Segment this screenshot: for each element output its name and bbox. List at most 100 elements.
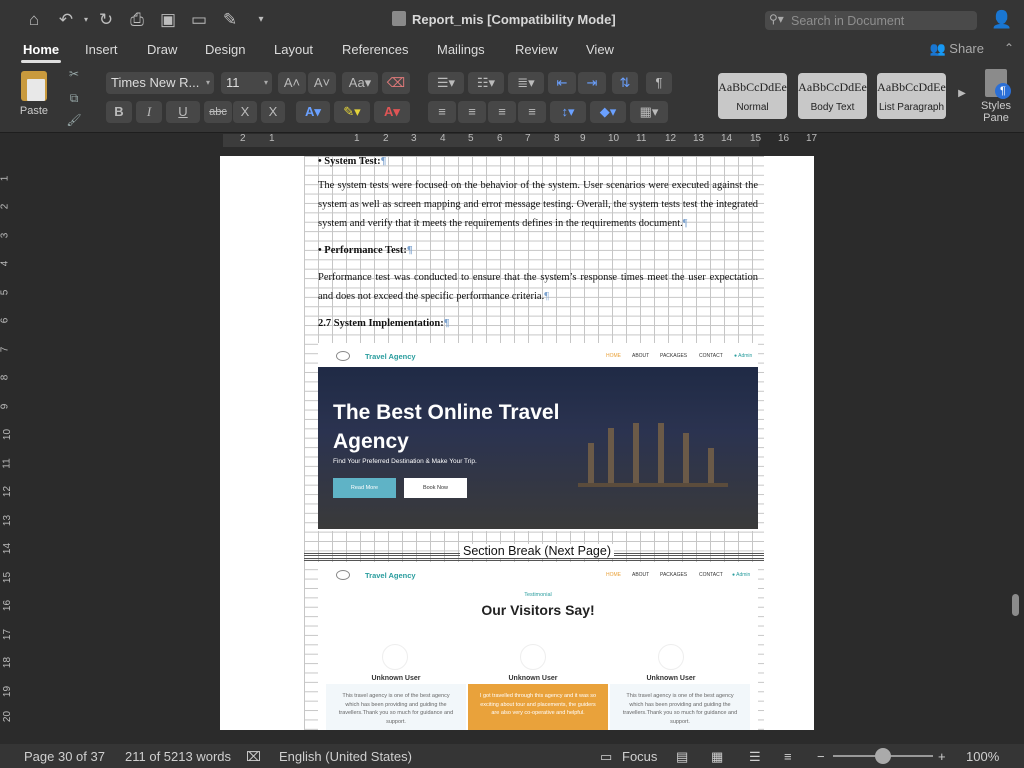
document-page[interactable]: • System Test:¶ The system tests were fo…	[220, 156, 814, 730]
shrink-font-icon[interactable]: A˅	[308, 72, 336, 94]
share-icon: 👥	[929, 41, 950, 56]
website-admin-link: ● Admin	[732, 572, 750, 578]
print-layout-icon[interactable]: ▤	[676, 749, 688, 765]
implementation-heading[interactable]: 2.7 System Implementation:¶	[318, 314, 758, 333]
website-nav-link: PACKAGES	[660, 353, 688, 359]
performance-test-heading[interactable]: • Performance Test:¶	[318, 241, 758, 260]
decrease-indent-icon[interactable]: ⇤	[548, 72, 576, 94]
grow-font-icon[interactable]: A˄	[278, 72, 306, 94]
line-spacing-icon[interactable]: ↕▾	[550, 101, 586, 123]
font-size-select[interactable]: 11 ▾	[221, 72, 272, 94]
redo-icon[interactable]: ↻	[94, 8, 118, 32]
zoom-slider-handle[interactable]	[875, 748, 891, 764]
website-hero: The Best Online Travel Agency Find Your …	[318, 367, 758, 529]
copy-icon[interactable]: ⧉	[66, 91, 82, 105]
style-normal[interactable]: AaBbCcDdEe Normal	[718, 73, 787, 119]
proofing-icon[interactable]: ⌧	[246, 749, 261, 765]
tab-home[interactable]: Home	[20, 42, 62, 63]
document-icon	[392, 11, 406, 26]
account-icon[interactable]: 👤	[990, 8, 1014, 32]
zoom-in-icon[interactable]: +	[938, 749, 946, 764]
sort-icon[interactable]: ⇅	[612, 72, 638, 94]
tab-references[interactable]: References	[342, 42, 408, 57]
web-layout-icon[interactable]: ▦	[711, 749, 723, 765]
save-icon[interactable]: ▣	[156, 8, 180, 32]
edit-icon[interactable]: ✎	[218, 8, 242, 32]
numbering-icon[interactable]: ☷▾	[468, 72, 504, 94]
performance-test-paragraph[interactable]: Performance test was conducted to ensure…	[318, 268, 758, 306]
tab-draw[interactable]: Draw	[147, 42, 177, 57]
styles-pane-label: Styles	[981, 100, 1011, 112]
template-icon[interactable]: ▭	[187, 8, 211, 32]
show-formatting-icon[interactable]: ¶	[646, 72, 672, 94]
tab-design[interactable]: Design	[205, 42, 245, 57]
bold-button[interactable]: B	[106, 101, 132, 123]
outline-view-icon[interactable]: ☰	[749, 749, 761, 765]
borders-icon[interactable]: ▦▾	[630, 101, 668, 123]
tab-view[interactable]: View	[586, 42, 614, 57]
format-painter-icon[interactable]: 🖌	[66, 113, 82, 127]
print-icon[interactable]: ⎙	[125, 8, 149, 32]
paste-button[interactable]: Paste	[12, 71, 56, 131]
ruler-tick-label: 15	[750, 133, 762, 144]
vertical-ruler[interactable]: 1 2 3 4 5 6 7 8 9 10 11 12 13 14 15 16 1…	[0, 148, 16, 730]
clear-formatting-icon[interactable]: ⌫	[382, 72, 410, 94]
collapse-ribbon-icon[interactable]: ⌃	[1004, 41, 1014, 55]
underline-button[interactable]: U	[166, 101, 200, 123]
strikethrough-button[interactable]: abc	[204, 101, 232, 123]
search-input[interactable]	[791, 12, 971, 29]
home-icon[interactable]: ⌂	[22, 8, 46, 32]
website-nav-link: CONTACT	[699, 572, 723, 578]
style-body-text[interactable]: AaBbCcDdEe Body Text	[798, 73, 867, 119]
align-right-icon[interactable]: ≡	[488, 101, 516, 123]
justify-icon[interactable]: ≡	[518, 101, 546, 123]
ribbon: Paste ✂ ⧉ 🖌 Times New R... ▾ 11 ▾ A˄ A˅ Aa…	[0, 63, 1024, 133]
ruler-tick-label: 4	[0, 260, 11, 267]
style-preview: AaBbCcDdEe	[798, 80, 867, 94]
website-nav-link: ABOUT	[632, 572, 650, 578]
vertical-scrollbar[interactable]	[1012, 594, 1019, 616]
draft-view-icon[interactable]: ≡	[784, 749, 792, 764]
shading-icon[interactable]: ◆▾	[590, 101, 626, 123]
font-name-select[interactable]: Times New R... ▾	[106, 72, 214, 94]
highlight-icon[interactable]: ✎▾	[334, 101, 370, 123]
tab-insert[interactable]: Insert	[85, 42, 118, 57]
focus-button[interactable]: Focus	[622, 749, 657, 764]
testimonial-user: Unknown User	[371, 675, 421, 682]
styles-pane-button[interactable]: Styles Pane	[976, 69, 1016, 124]
bullets-icon[interactable]: ☰▾	[428, 72, 464, 94]
superscript-button[interactable]: X	[261, 101, 285, 123]
document-canvas[interactable]: • System Test:¶ The system tests were fo…	[16, 148, 1010, 730]
website-screenshot-testimonials[interactable]: Travel Agency HOME ABOUT PACKAGES CONTAC…	[318, 562, 758, 730]
increase-indent-icon[interactable]: ⇥	[578, 72, 606, 94]
change-case-icon[interactable]: Aa▾	[342, 72, 378, 94]
style-list-paragraph[interactable]: AaBbCcDdEe List Paragraph	[877, 73, 946, 119]
system-test-heading[interactable]: • System Test:¶	[318, 152, 758, 171]
zoom-out-icon[interactable]: −	[817, 749, 825, 764]
testimonial-user: Unknown User	[646, 675, 696, 682]
font-color-icon[interactable]: A▾	[374, 101, 410, 123]
text-effects-icon[interactable]: A▾	[296, 101, 330, 123]
page-count[interactable]: Page 30 of 37	[24, 749, 105, 764]
cut-icon[interactable]: ✂	[66, 67, 82, 81]
multilevel-list-icon[interactable]: ≣▾	[508, 72, 544, 94]
zoom-level[interactable]: 100%	[966, 749, 999, 764]
language[interactable]: English (United States)	[279, 749, 412, 764]
align-center-icon[interactable]: ≡	[458, 101, 486, 123]
styles-next-icon[interactable]: ▶	[955, 83, 969, 105]
subscript-button[interactable]: X	[233, 101, 257, 123]
search-box[interactable]: ⚲▾	[765, 11, 977, 30]
share-button[interactable]: 👥 Share	[929, 41, 984, 57]
website-screenshot-hero[interactable]: Travel Agency HOME ABOUT PACKAGES CONTAC…	[318, 343, 758, 531]
align-left-icon[interactable]: ≡	[428, 101, 456, 123]
tab-mailings[interactable]: Mailings	[437, 42, 485, 57]
tab-review[interactable]: Review	[515, 42, 558, 57]
italic-button[interactable]: I	[136, 101, 162, 123]
tab-layout[interactable]: Layout	[274, 42, 313, 57]
word-count[interactable]: 211 of 5213 words	[125, 749, 231, 764]
ruler-tick-label: 1	[354, 133, 360, 144]
ruler-tick-label: 10	[2, 428, 14, 441]
customize-toolbar-icon[interactable]: ▾	[249, 8, 273, 32]
system-test-paragraph[interactable]: The system tests were focused on the beh…	[318, 176, 758, 233]
horizontal-ruler[interactable]: 2 1 1 2 3 4 5 6 7 8 9 10 11 12 13 14 15 …	[0, 133, 1024, 148]
